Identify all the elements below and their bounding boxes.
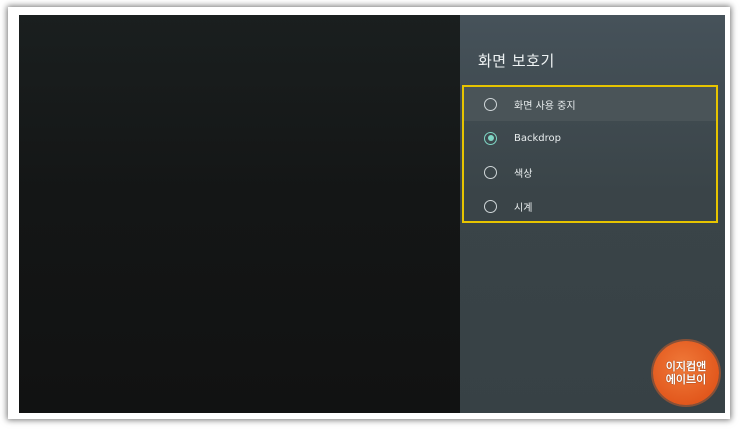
radio-button-icon[interactable] [484, 165, 497, 179]
option-label: 화면 사용 중지 [514, 100, 576, 112]
option-clock[interactable]: 시계 [464, 189, 716, 223]
tv-screen: 화면 보호기 화면 사용 중지 Backdrop 색상 시계 [19, 15, 725, 413]
option-label: Backdrop [514, 132, 561, 144]
option-label: 색상 [514, 168, 533, 180]
option-backdrop[interactable]: Backdrop [464, 121, 716, 155]
watermark-line-1: 이지컴앤 [665, 360, 707, 373]
option-label: 시계 [514, 202, 533, 214]
screensaver-options-group: 화면 사용 중지 Backdrop 색상 시계 [462, 85, 718, 223]
radio-button-icon[interactable] [484, 199, 497, 213]
option-color[interactable]: 색상 [464, 155, 716, 189]
radio-button-checked-icon[interactable] [484, 131, 497, 145]
watermark-line-2: 에이브이 [665, 373, 707, 386]
radio-button-icon[interactable] [484, 97, 497, 111]
watermark-logo: 이지컴앤 에이브이 [653, 341, 719, 405]
panel-title: 화면 보호기 [478, 52, 555, 70]
option-turn-off-screen[interactable]: 화면 사용 중지 [464, 87, 716, 121]
screensaver-preview [19, 15, 460, 413]
